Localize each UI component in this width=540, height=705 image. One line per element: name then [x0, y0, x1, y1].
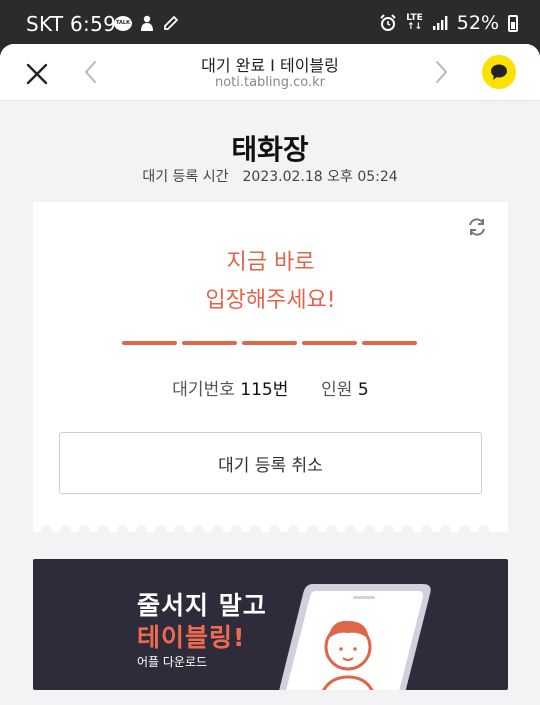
battery-icon: [508, 14, 518, 32]
banner-headline: 줄서지 말고: [137, 591, 267, 620]
status-message-line1: 지금 바로: [226, 250, 315, 275]
refresh-icon[interactable]: [466, 216, 488, 238]
party-size-value: 5: [357, 380, 369, 400]
system-icons: LTE ↑↓ 52%: [379, 12, 518, 34]
banner-brand: 테이블링!: [137, 623, 246, 652]
pencil-icon: [164, 15, 179, 30]
queue-number-label: 대기번호: [172, 380, 235, 400]
store-name: 태화장: [231, 133, 309, 166]
page-title: 대기 완료 I 테이블링: [201, 56, 339, 75]
banner-cta: 어플 다운로드: [137, 655, 208, 669]
battery-percent: 52%: [456, 12, 499, 34]
registration-time-row: 대기 등록 시간 2023.02.18 오후 05:24: [0, 166, 540, 186]
person-icon: [141, 15, 153, 31]
waiting-progress-bar: [122, 341, 417, 345]
kakao-talk-icon: [491, 64, 507, 80]
progress-segment: [302, 341, 357, 345]
queue-info-row: 대기번호 115번 인원 5: [33, 375, 508, 400]
browser-sheet: 대기 완료 I 테이블링 noti.tabling.co.kr 태화장 대기 등…: [0, 44, 540, 705]
signal-icon: [432, 16, 448, 30]
progress-segment: [242, 341, 297, 345]
ticket-perforation: [41, 525, 489, 536]
queue-number-value: 115번: [240, 380, 289, 400]
cancel-registration-button[interactable]: 대기 등록 취소: [59, 432, 482, 494]
carrier-time: SKT 6:59: [26, 12, 117, 36]
progress-segment: [362, 341, 417, 345]
party-size-label: 인원: [321, 380, 353, 400]
status-message-line2: 입장해주세요!: [205, 288, 336, 313]
kakao-share-button[interactable]: [482, 55, 516, 89]
lte-icon: LTE ↑↓: [406, 14, 423, 32]
progress-segment: [122, 341, 177, 345]
waiting-ticket-card: 지금 바로 입장해주세요! 대기번호 115번 인원 5 대기 등록 취소: [33, 202, 508, 536]
lte-arrows: ↑↓: [406, 22, 423, 32]
registration-time: 2023.02.18 오후 05:24: [242, 169, 398, 185]
app-download-banner[interactable]: 줄서지 말고 테이블링! 어플 다운로드: [33, 559, 508, 690]
forward-chevron-icon[interactable]: [430, 59, 452, 85]
browser-topbar: 대기 완료 I 테이블링 noti.tabling.co.kr: [0, 44, 540, 101]
progress-segment: [182, 341, 237, 345]
alarm-icon: [380, 14, 396, 31]
registration-label: 대기 등록 시간: [142, 169, 229, 185]
page-url: noti.tabling.co.kr: [214, 75, 326, 90]
phone-illustration-icon: [279, 584, 431, 690]
notification-icons: TALK: [114, 14, 179, 32]
status-bar: SKT 6:59 TALK LTE ↑↓ 52%: [0, 0, 540, 46]
kakaotalk-notification-icon: TALK: [114, 15, 132, 31]
